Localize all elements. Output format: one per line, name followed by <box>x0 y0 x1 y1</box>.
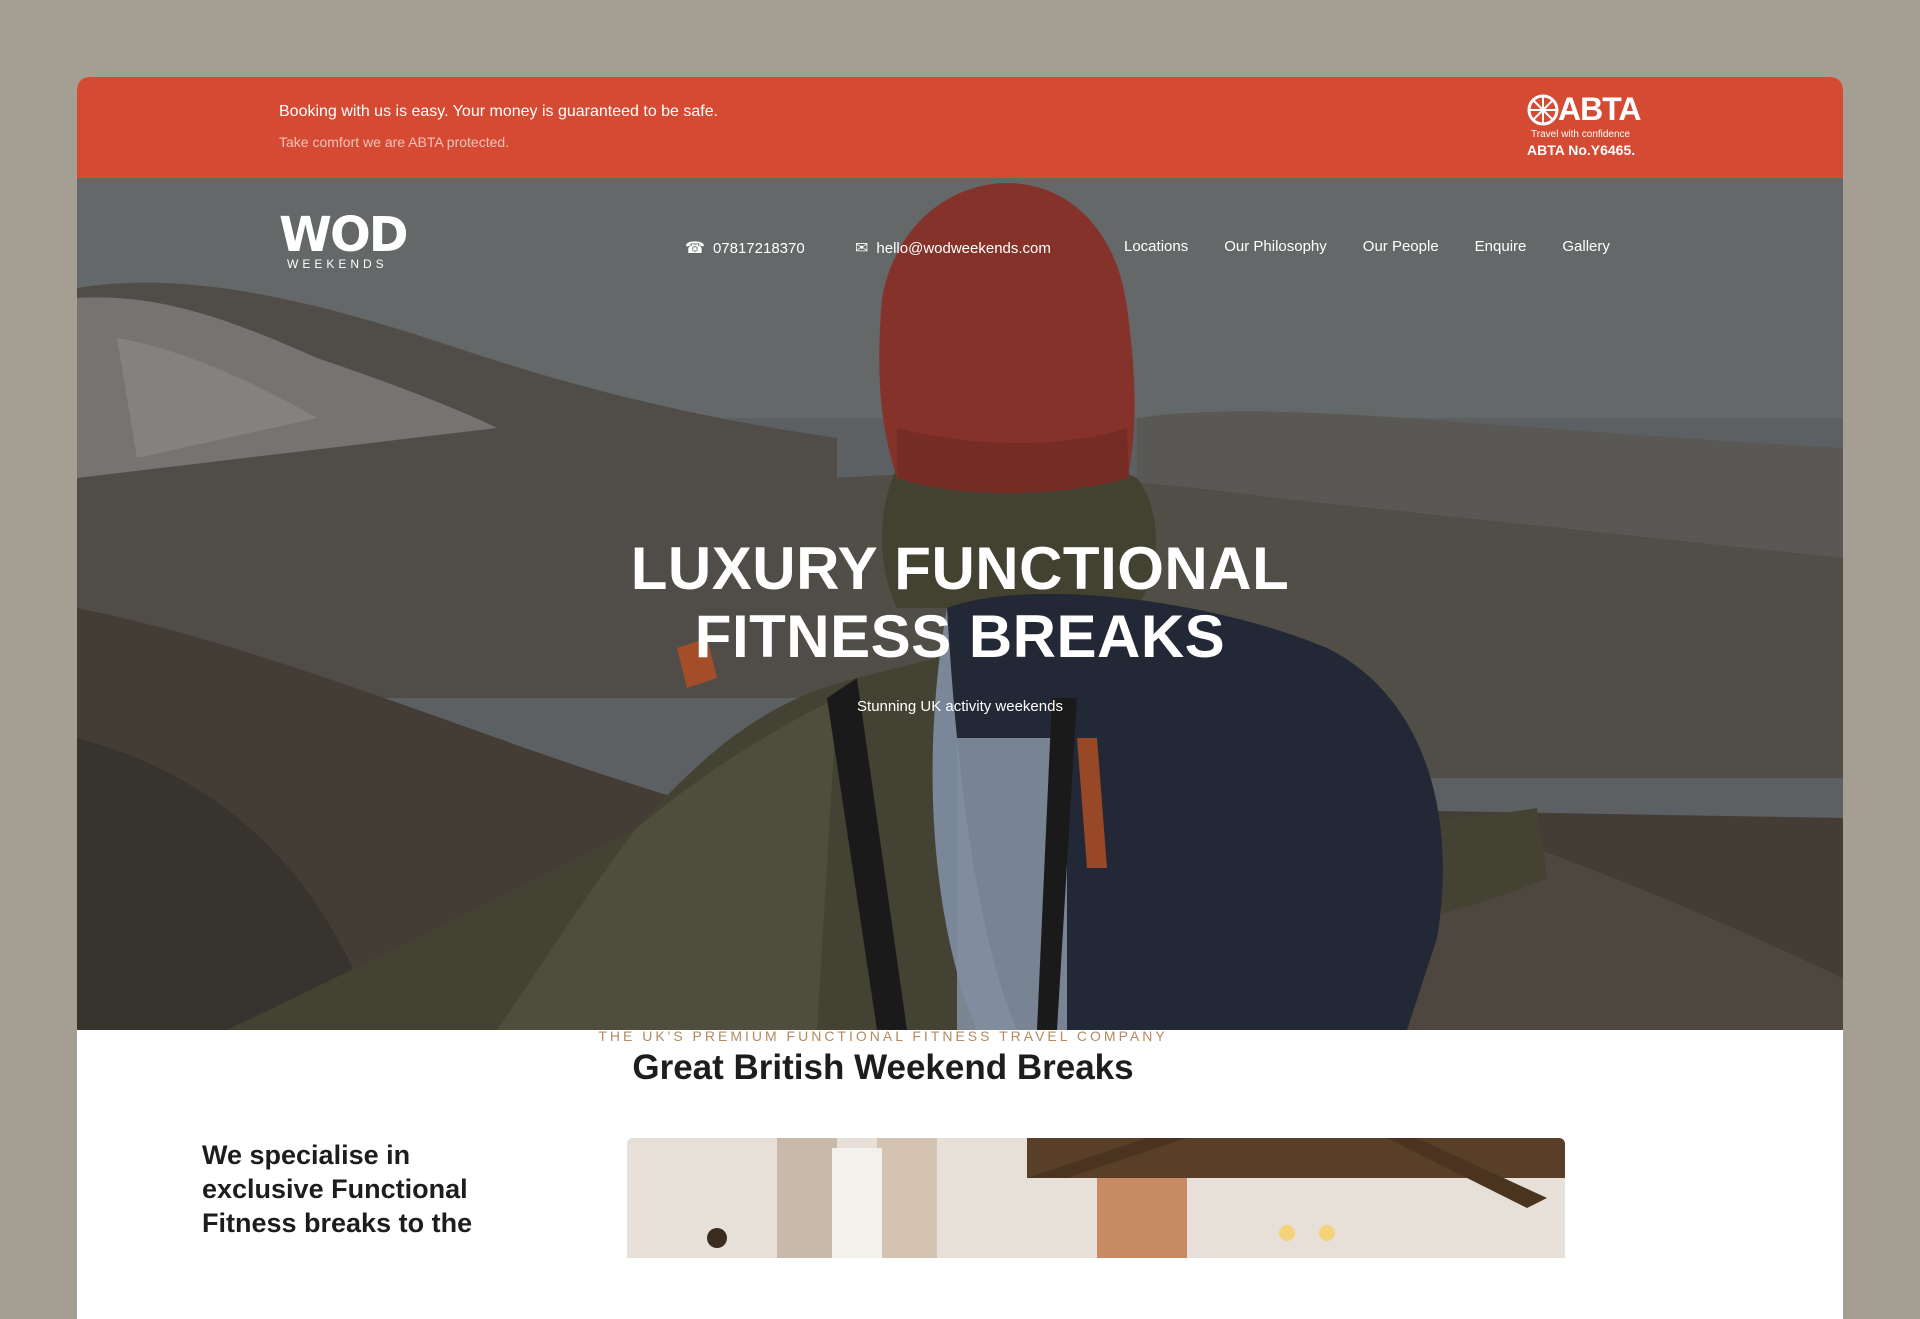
abta-number: ABTA No.Y6465. <box>1527 142 1636 158</box>
nav-our-philosophy[interactable]: Our Philosophy <box>1224 238 1327 255</box>
nav-gallery[interactable]: Gallery <box>1562 238 1610 255</box>
hero-title-line1: LUXURY FUNCTIONAL <box>630 535 1290 602</box>
phone-number: 07817218370 <box>712 239 805 257</box>
abta-logo[interactable]: ABTA Travel with confidence ABTA No.Y646… <box>1527 91 1657 164</box>
hero-section: WOD WEEKENDS ☎ 07817218370 ✉ hello@wodwe… <box>77 178 1843 1030</box>
abta-word: ABTA <box>1558 91 1641 127</box>
banner-submessage: Take comfort we are ABTA protected. <box>279 134 510 150</box>
section-intro: We specialise in exclusive Functional Fi… <box>202 1140 473 1238</box>
abta-banner: Booking with us is easy. Your money is g… <box>77 77 1843 178</box>
abta-tagline: Travel with confidence <box>1531 129 1631 140</box>
hero-title-line2: FITNESS BREAKS <box>694 603 1226 670</box>
interior-photo-art <box>627 1138 1565 1258</box>
interior-photo <box>627 1138 1565 1258</box>
envelope-icon: ✉ <box>855 240 869 257</box>
banner-message: Booking with us is easy. Your money is g… <box>279 103 719 120</box>
hero-title: LUXURY FUNCTIONAL FITNESS BREAKS <box>77 535 1843 671</box>
phone-icon: ☎ <box>685 240 705 257</box>
page-card: Booking with us is easy. Your money is g… <box>77 77 1843 1319</box>
abta-globe-icon <box>1527 94 1559 126</box>
nav-locations[interactable]: Locations <box>1124 238 1188 255</box>
site-logo[interactable]: WOD WEEKENDS <box>279 207 409 273</box>
main-nav: Locations Our Philosophy Our People Enqu… <box>1124 238 1610 255</box>
email-address: hello@wodweekends.com <box>876 239 1051 257</box>
section-eyebrow: THE UK'S PREMIUM FUNCTIONAL FITNESS TRAV… <box>598 1028 1168 1044</box>
logo-wordmark: WOD <box>279 207 409 263</box>
logo-subtitle: WEEKENDS <box>287 257 388 271</box>
nav-enquire[interactable]: Enquire <box>1475 238 1527 255</box>
nav-our-people[interactable]: Our People <box>1363 238 1439 255</box>
section-heading: Great British Weekend Breaks <box>632 1048 1134 1087</box>
email-link[interactable]: ✉ hello@wodweekends.com <box>855 238 1051 258</box>
hero-subtitle: Stunning UK activity weekends <box>857 698 1063 715</box>
phone-link[interactable]: ☎ 07817218370 <box>685 238 805 258</box>
